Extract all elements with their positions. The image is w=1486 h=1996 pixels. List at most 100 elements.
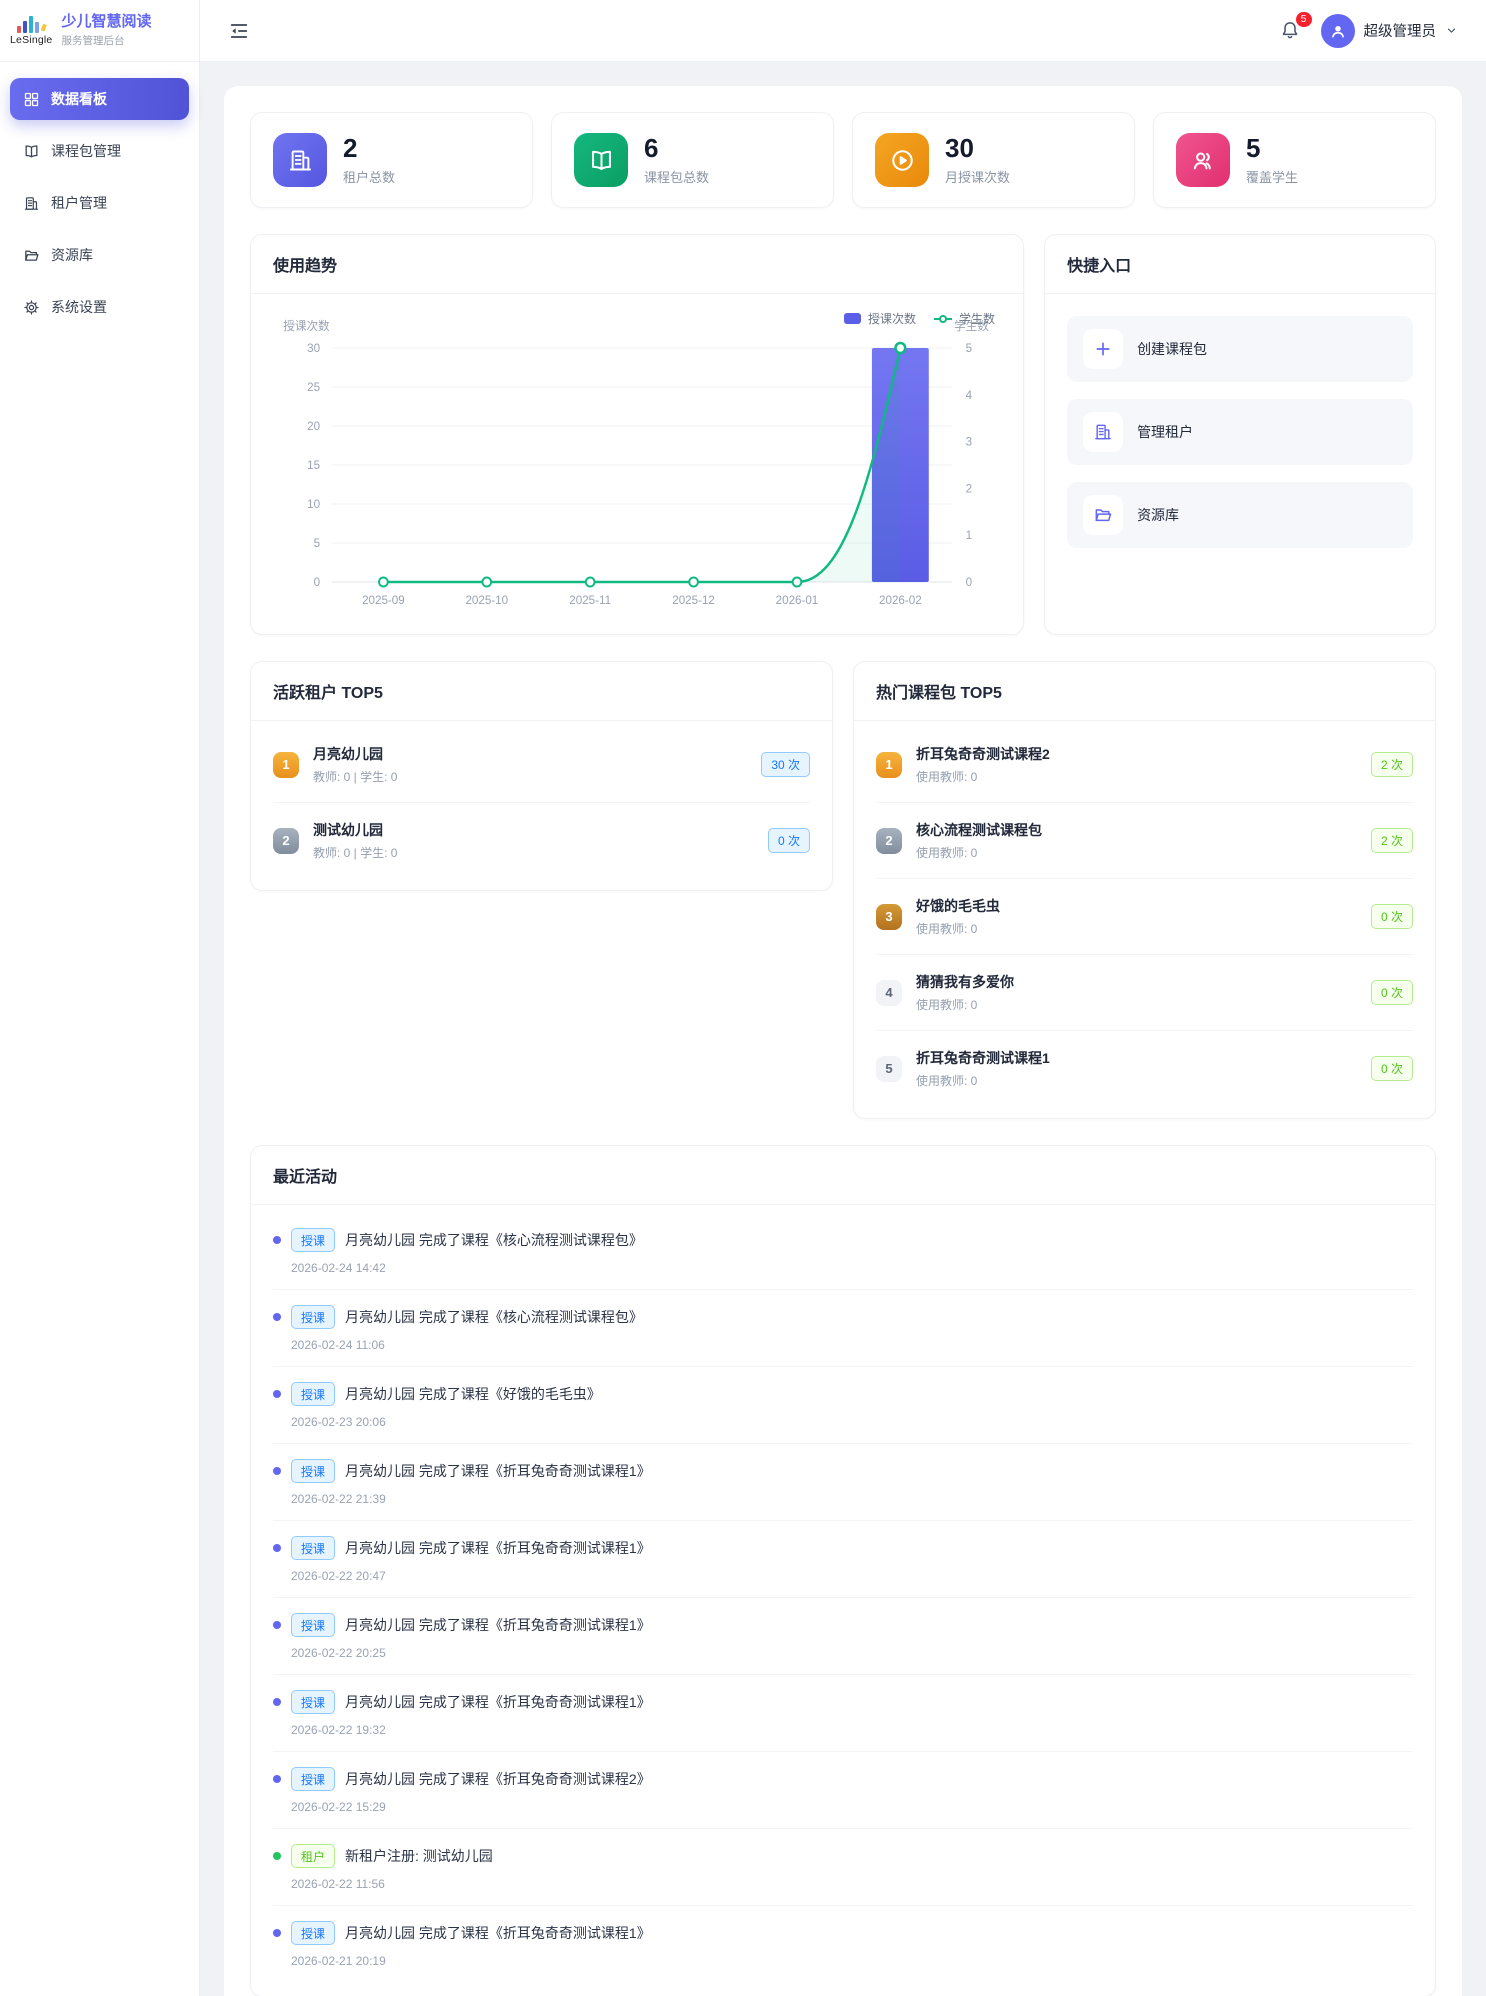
line-legend-marker: [934, 318, 952, 320]
active-tenants-card: 活跃租户 TOP5 1 月亮幼儿园 教师: 0 | 学生: 0 30 次 2 测…: [250, 661, 833, 891]
svg-text:0: 0: [966, 575, 973, 589]
app-subtitle: 服务管理后台: [61, 33, 151, 48]
activity-text: 月亮幼儿园 完成了课程《折耳兔奇奇测试课程1》: [345, 1461, 651, 1481]
activity-dot: [273, 1313, 281, 1321]
logo-bars-icon: [17, 16, 45, 33]
svg-text:10: 10: [307, 497, 320, 511]
stat-label: 覆盖学生: [1246, 167, 1298, 186]
tenant-meta: 教师: 0 | 学生: 0: [313, 844, 397, 861]
quick-link-create-course-package[interactable]: 创建课程包: [1067, 316, 1413, 382]
sidebar-menu: 数据看板 课程包管理 租户管理 资源库 系统设置: [0, 62, 199, 344]
row-trend-quick: 使用趋势 授课次数 学生数: [250, 234, 1436, 635]
activity-dot: [273, 1698, 281, 1706]
rank-badge: 4: [876, 980, 902, 1006]
svg-text:5: 5: [314, 536, 321, 550]
activity-text: 月亮幼儿园 完成了课程《折耳兔奇奇测试课程1》: [345, 1538, 651, 1558]
course-name: 折耳兔奇奇测试课程2: [916, 744, 1050, 764]
stats-row: 2 租户总数 6 课程包总数 30 月授课次数: [250, 112, 1436, 208]
logo: LeSingle 少儿智慧阅读 服务管理后台: [0, 0, 199, 62]
sidebar: LeSingle 少儿智慧阅读 服务管理后台 数据看板 课程包管理 租户管理: [0, 0, 200, 1996]
folder-icon: [1083, 495, 1123, 535]
plus-icon: [1083, 329, 1123, 369]
activity-text: 月亮幼儿园 完成了课程《折耳兔奇奇测试课程1》: [345, 1923, 651, 1943]
activity-time: 2026-02-22 20:25: [291, 1646, 1413, 1660]
course-row: 5 折耳兔奇奇测试课程1 使用教师: 0 0 次: [876, 1031, 1413, 1106]
activity-time: 2026-02-23 20:06: [291, 1415, 1413, 1429]
legend-label: 授课次数: [868, 310, 916, 327]
recent-activity-card: 最近活动 授课月亮幼儿园 完成了课程《核心流程测试课程包》 2026-02-24…: [250, 1145, 1436, 1996]
activity-text: 月亮幼儿园 完成了课程《折耳兔奇奇测试课程1》: [345, 1615, 651, 1635]
notification-badge: 5: [1296, 12, 1312, 28]
activity-type-tag: 授课: [291, 1305, 335, 1329]
activity-dot: [273, 1929, 281, 1937]
activity-row: 授课月亮幼儿园 完成了课程《核心流程测试课程包》 2026-02-24 14:4…: [273, 1213, 1413, 1290]
activity-text: 月亮幼儿园 完成了课程《核心流程测试课程包》: [345, 1230, 643, 1250]
sidebar-item-dashboard[interactable]: 数据看板: [10, 78, 189, 120]
activity-time: 2026-02-21 20:19: [291, 1954, 1413, 1968]
activity-row: 授课月亮幼儿园 完成了课程《折耳兔奇奇测试课程2》 2026-02-22 15:…: [273, 1752, 1413, 1829]
use-count-chip: 0 次: [1371, 980, 1413, 1005]
activity-dot: [273, 1236, 281, 1244]
activity-type-tag: 租户: [291, 1844, 335, 1868]
rank-badge: 3: [876, 904, 902, 930]
menu-collapse-button[interactable]: [228, 20, 250, 42]
activity-type-tag: 授课: [291, 1459, 335, 1483]
dashboard-icon: [23, 91, 40, 108]
activity-dot: [273, 1544, 281, 1552]
activity-time: 2026-02-22 15:29: [291, 1800, 1413, 1814]
legend-item-students[interactable]: 学生数: [934, 310, 995, 327]
stat-card-monthly-lessons: 30 月授课次数: [852, 112, 1135, 208]
tenant-list: 1 月亮幼儿园 教师: 0 | 学生: 0 30 次 2 测试幼儿园 教师: 0…: [251, 721, 832, 890]
avatar: [1321, 14, 1355, 48]
sidebar-item-course-packages[interactable]: 课程包管理: [10, 130, 189, 172]
activity-dot: [273, 1390, 281, 1398]
sidebar-item-label: 系统设置: [51, 297, 107, 317]
activity-text: 月亮幼儿园 完成了课程《折耳兔奇奇测试课程2》: [345, 1769, 651, 1789]
user-menu[interactable]: 超级管理员: [1321, 14, 1459, 48]
card-title: 使用趋势: [251, 235, 1023, 294]
quick-link-manage-tenants[interactable]: 管理租户: [1067, 399, 1413, 465]
course-row: 4 猜猜我有多爱你 使用教师: 0 0 次: [876, 955, 1413, 1031]
stat-card-course-packages: 6 课程包总数: [551, 112, 834, 208]
rank-badge: 1: [876, 752, 902, 778]
stat-card-tenants: 2 租户总数: [250, 112, 533, 208]
legend-item-lessons[interactable]: 授课次数: [844, 310, 916, 327]
sidebar-item-tenants[interactable]: 租户管理: [10, 182, 189, 224]
quick-links: 创建课程包 管理租户 资源库: [1045, 294, 1435, 570]
sidebar-item-settings[interactable]: 系统设置: [10, 286, 189, 328]
course-name: 猜猜我有多爱你: [916, 972, 1014, 992]
svg-text:25: 25: [307, 380, 320, 394]
quick-link-resources[interactable]: 资源库: [1067, 482, 1413, 548]
app-title: 少儿智慧阅读: [61, 13, 151, 32]
logo-text: LeSingle: [10, 34, 52, 46]
stat-label: 月授课次数: [945, 167, 1010, 186]
stat-value: 30: [945, 134, 1010, 163]
svg-text:2: 2: [966, 481, 972, 495]
notification-bell[interactable]: 5: [1279, 19, 1303, 43]
activity-list: 授课月亮幼儿园 完成了课程《核心流程测试课程包》 2026-02-24 14:4…: [251, 1205, 1435, 1996]
course-meta: 使用教师: 0: [916, 768, 1050, 785]
course-row: 1 折耳兔奇奇测试课程2 使用教师: 0 2 次: [876, 727, 1413, 803]
activity-row: 租户新租户注册: 测试幼儿园 2026-02-22 11:56: [273, 1829, 1413, 1906]
legend-label: 学生数: [959, 310, 995, 327]
building-icon: [273, 133, 327, 187]
activity-text: 新租户注册: 测试幼儿园: [345, 1846, 493, 1866]
stat-value: 6: [644, 134, 709, 163]
svg-text:2025-11: 2025-11: [569, 593, 611, 607]
user-name: 超级管理员: [1364, 20, 1437, 41]
sidebar-item-resources[interactable]: 资源库: [10, 234, 189, 276]
svg-text:2025-12: 2025-12: [672, 593, 715, 607]
activity-type-tag: 授课: [291, 1690, 335, 1714]
activity-dot: [273, 1467, 281, 1475]
person-icon: [1328, 21, 1348, 41]
rank-badge: 5: [876, 1056, 902, 1082]
tenant-meta: 教师: 0 | 学生: 0: [313, 768, 397, 785]
topbar: 5 超级管理员: [200, 0, 1486, 62]
usage-trend-chart-body: 授课次数 学生数 授课次数 学生数 0510152025300123: [251, 294, 1023, 634]
use-count-chip: 0 次: [1371, 1056, 1413, 1081]
activity-type-tag: 授课: [291, 1382, 335, 1406]
course-name: 好饿的毛毛虫: [916, 896, 1000, 916]
svg-text:授课次数: 授课次数: [283, 319, 330, 333]
svg-text:5: 5: [966, 341, 973, 355]
stat-value: 2: [343, 134, 395, 163]
